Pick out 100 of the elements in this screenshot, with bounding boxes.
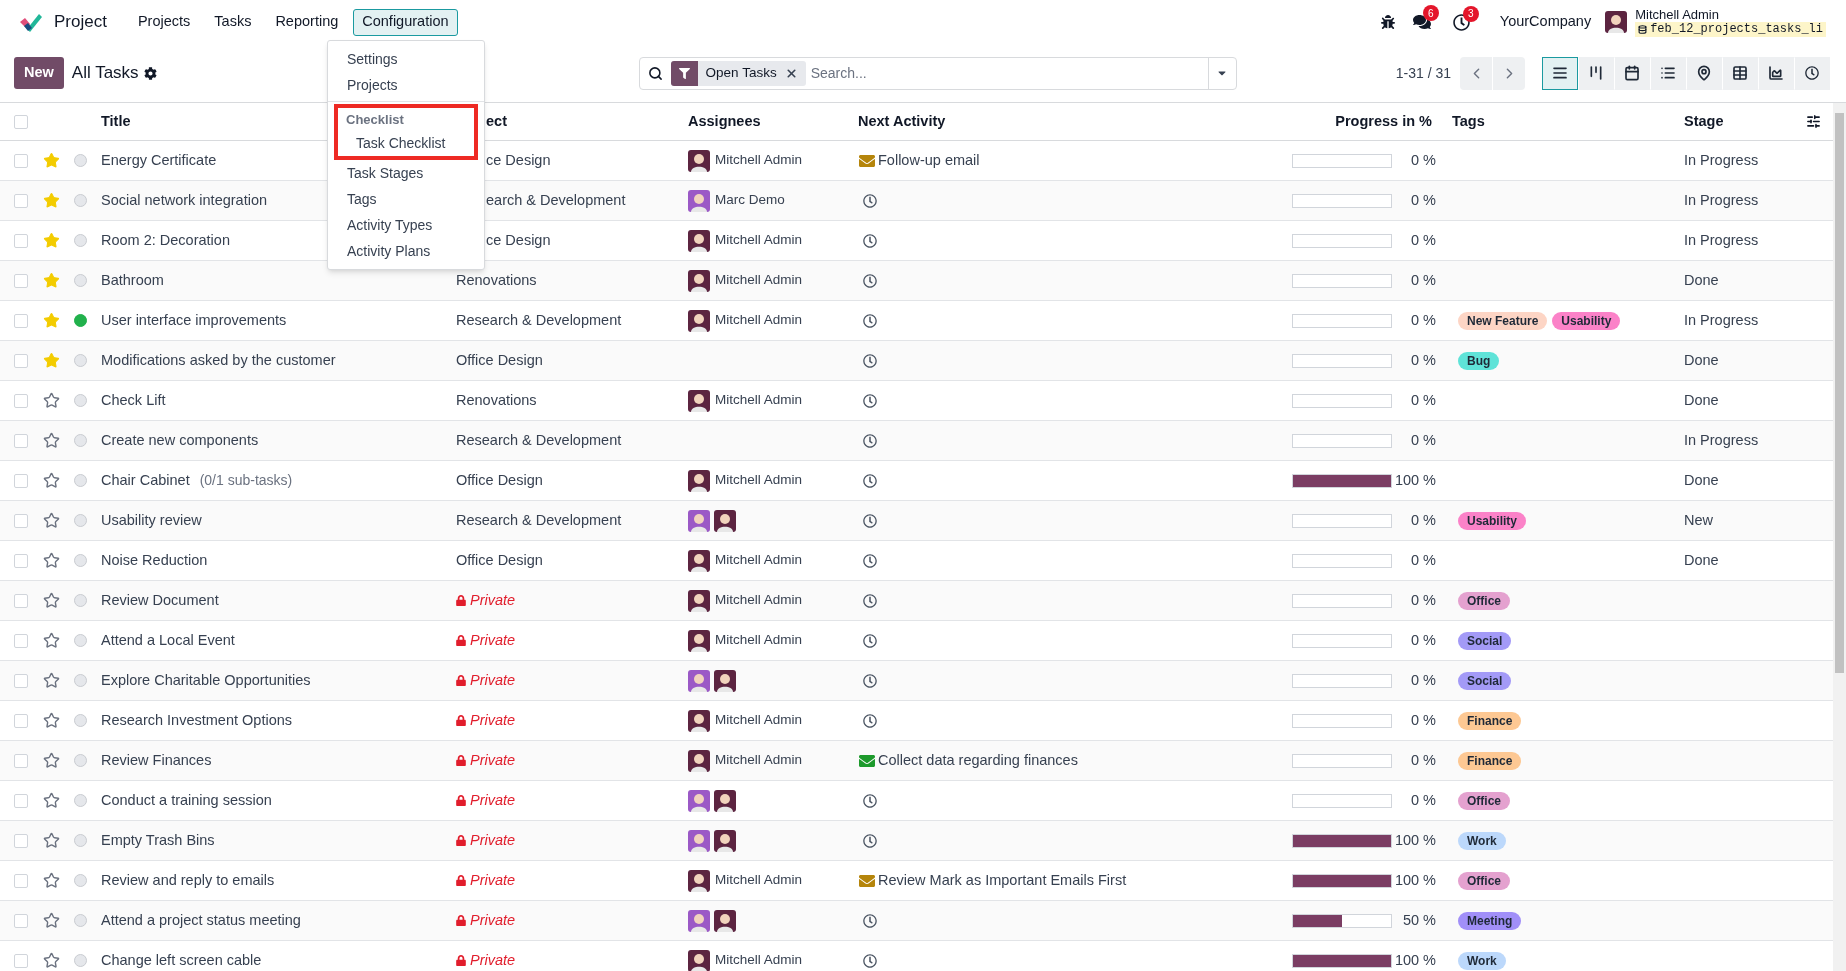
task-title[interactable]: Modifications asked by the customer: [101, 349, 336, 372]
task-title[interactable]: Bathroom: [101, 269, 164, 292]
new-button[interactable]: New: [14, 57, 64, 89]
task-title[interactable]: Review Finances: [101, 749, 212, 772]
star-icon[interactable]: [43, 632, 60, 649]
row-checkbox[interactable]: [14, 713, 28, 728]
row-checkbox[interactable]: [14, 433, 28, 448]
previous-page-button[interactable]: [1460, 56, 1492, 90]
clock-icon[interactable]: [863, 953, 877, 968]
star-icon[interactable]: [43, 752, 60, 769]
menu-item[interactable]: Configuration: [353, 8, 458, 36]
clock-icon[interactable]: [863, 513, 877, 528]
clock-icon[interactable]: [863, 593, 877, 608]
app-name[interactable]: Project: [54, 9, 107, 35]
envelope-icon[interactable]: [858, 872, 876, 889]
row-checkbox[interactable]: [14, 273, 28, 288]
row-checkbox[interactable]: [14, 233, 28, 248]
clock-icon[interactable]: [863, 193, 877, 208]
task-row[interactable]: Usability review Research & Development 0 % Usability New: [0, 501, 1833, 541]
optional-columns-icon[interactable]: [1806, 114, 1821, 129]
column-header[interactable]: Stage: [1684, 110, 1724, 133]
task-title[interactable]: Explore Charitable Opportunities: [101, 669, 311, 692]
clock-icon[interactable]: [863, 793, 877, 808]
task-title[interactable]: Review Document: [101, 589, 219, 612]
star-icon[interactable]: [43, 672, 60, 689]
task-title[interactable]: Chair Cabinet: [101, 469, 190, 492]
activity-summary[interactable]: Review Mark as Important Emails First: [878, 869, 1127, 892]
task-title[interactable]: Conduct a training session: [101, 789, 272, 812]
dropdown-item[interactable]: Tags: [328, 186, 484, 212]
task-title[interactable]: Energy Certificate: [101, 149, 217, 172]
dropdown-item[interactable]: Projects: [328, 72, 484, 98]
star-icon[interactable]: [43, 792, 60, 809]
clock-icon[interactable]: [863, 713, 877, 728]
task-row[interactable]: Empty Trash Bins Private 100 % Work: [0, 821, 1833, 861]
task-row[interactable]: Modifications asked by the customer Office Design 0 % Bug Done: [0, 341, 1833, 381]
task-title[interactable]: Usability review: [101, 509, 202, 532]
task-title[interactable]: Create new components: [101, 429, 259, 452]
clock-icon[interactable]: [863, 833, 877, 848]
clock-icon[interactable]: [863, 273, 877, 288]
task-title[interactable]: Review and reply to emails: [101, 869, 275, 892]
clock-icon[interactable]: [863, 473, 877, 488]
activity-icon[interactable]: [1452, 13, 1470, 31]
row-checkbox[interactable]: [14, 953, 28, 968]
dropdown-item[interactable]: Settings: [328, 46, 484, 72]
row-checkbox[interactable]: [14, 513, 28, 528]
activity-summary[interactable]: Follow-up email: [878, 149, 980, 172]
task-row[interactable]: Review Document Private Mitchell Admin 0 % Office: [0, 581, 1833, 621]
row-checkbox[interactable]: [14, 313, 28, 328]
task-title[interactable]: User interface improvements: [101, 309, 287, 332]
scrollbar[interactable]: [1833, 103, 1846, 971]
task-title[interactable]: Research Investment Options: [101, 709, 292, 732]
clock-icon[interactable]: [863, 353, 877, 368]
select-all-checkbox[interactable]: [14, 114, 28, 129]
task-title[interactable]: Noise Reduction: [101, 549, 208, 572]
star-icon[interactable]: [43, 912, 60, 929]
row-checkbox[interactable]: [14, 753, 28, 768]
row-checkbox[interactable]: [14, 833, 28, 848]
star-icon[interactable]: [43, 512, 60, 529]
envelope-icon[interactable]: [858, 752, 876, 769]
search-field[interactable]: Open Tasks Search...: [638, 56, 1237, 90]
column-header[interactable]: Assignees: [688, 110, 761, 133]
task-row[interactable]: Bathroom Renovations Mitchell Admin 0 % Done: [0, 261, 1833, 301]
filter-facet[interactable]: Open Tasks: [670, 60, 806, 86]
task-row[interactable]: Explore Charitable Opportunities Private 0 % Social: [0, 661, 1833, 701]
column-header[interactable]: Title: [101, 110, 131, 133]
column-header[interactable]: Next Activity: [858, 110, 946, 133]
star-icon[interactable]: [43, 552, 60, 569]
user-name[interactable]: Mitchell Admin: [1635, 7, 1826, 22]
app-logo[interactable]: [20, 12, 42, 32]
task-title[interactable]: Empty Trash Bins: [101, 829, 215, 852]
task-title[interactable]: Room 2: Decoration: [101, 229, 230, 252]
row-checkbox[interactable]: [14, 633, 28, 648]
dropdown-item[interactable]: Activity Plans: [328, 238, 484, 264]
next-page-button[interactable]: [1493, 56, 1525, 90]
clock-icon[interactable]: [863, 673, 877, 688]
clock-icon[interactable]: [863, 553, 877, 568]
star-icon[interactable]: [43, 432, 60, 449]
row-checkbox[interactable]: [14, 673, 28, 688]
menu-item[interactable]: Tasks: [205, 8, 261, 36]
row-checkbox[interactable]: [14, 553, 28, 568]
clock-icon[interactable]: [863, 233, 877, 248]
clock-icon[interactable]: [863, 393, 877, 408]
row-checkbox[interactable]: [14, 793, 28, 808]
activity-summary[interactable]: Collect data regarding finances: [878, 749, 1078, 772]
row-checkbox[interactable]: [14, 873, 28, 888]
bug-icon[interactable]: [1380, 15, 1395, 29]
row-checkbox[interactable]: [14, 353, 28, 368]
clock-icon[interactable]: [863, 913, 877, 928]
clock-icon[interactable]: [863, 433, 877, 448]
clock-icon[interactable]: [863, 633, 877, 648]
column-header[interactable]: ect: [486, 110, 507, 133]
search-input[interactable]: Search...: [810, 62, 1208, 84]
star-icon[interactable]: [43, 952, 60, 969]
row-checkbox[interactable]: [14, 393, 28, 408]
task-title[interactable]: Attend a Local Event: [101, 629, 235, 652]
clock-icon[interactable]: [863, 313, 877, 328]
menu-item[interactable]: Projects: [128, 8, 200, 36]
row-checkbox[interactable]: [14, 593, 28, 608]
task-title[interactable]: Change left screen cable: [101, 949, 262, 971]
task-row[interactable]: Review Finances Private Mitchell Admin Collect data regarding finances 0 % Finance: [0, 741, 1833, 781]
